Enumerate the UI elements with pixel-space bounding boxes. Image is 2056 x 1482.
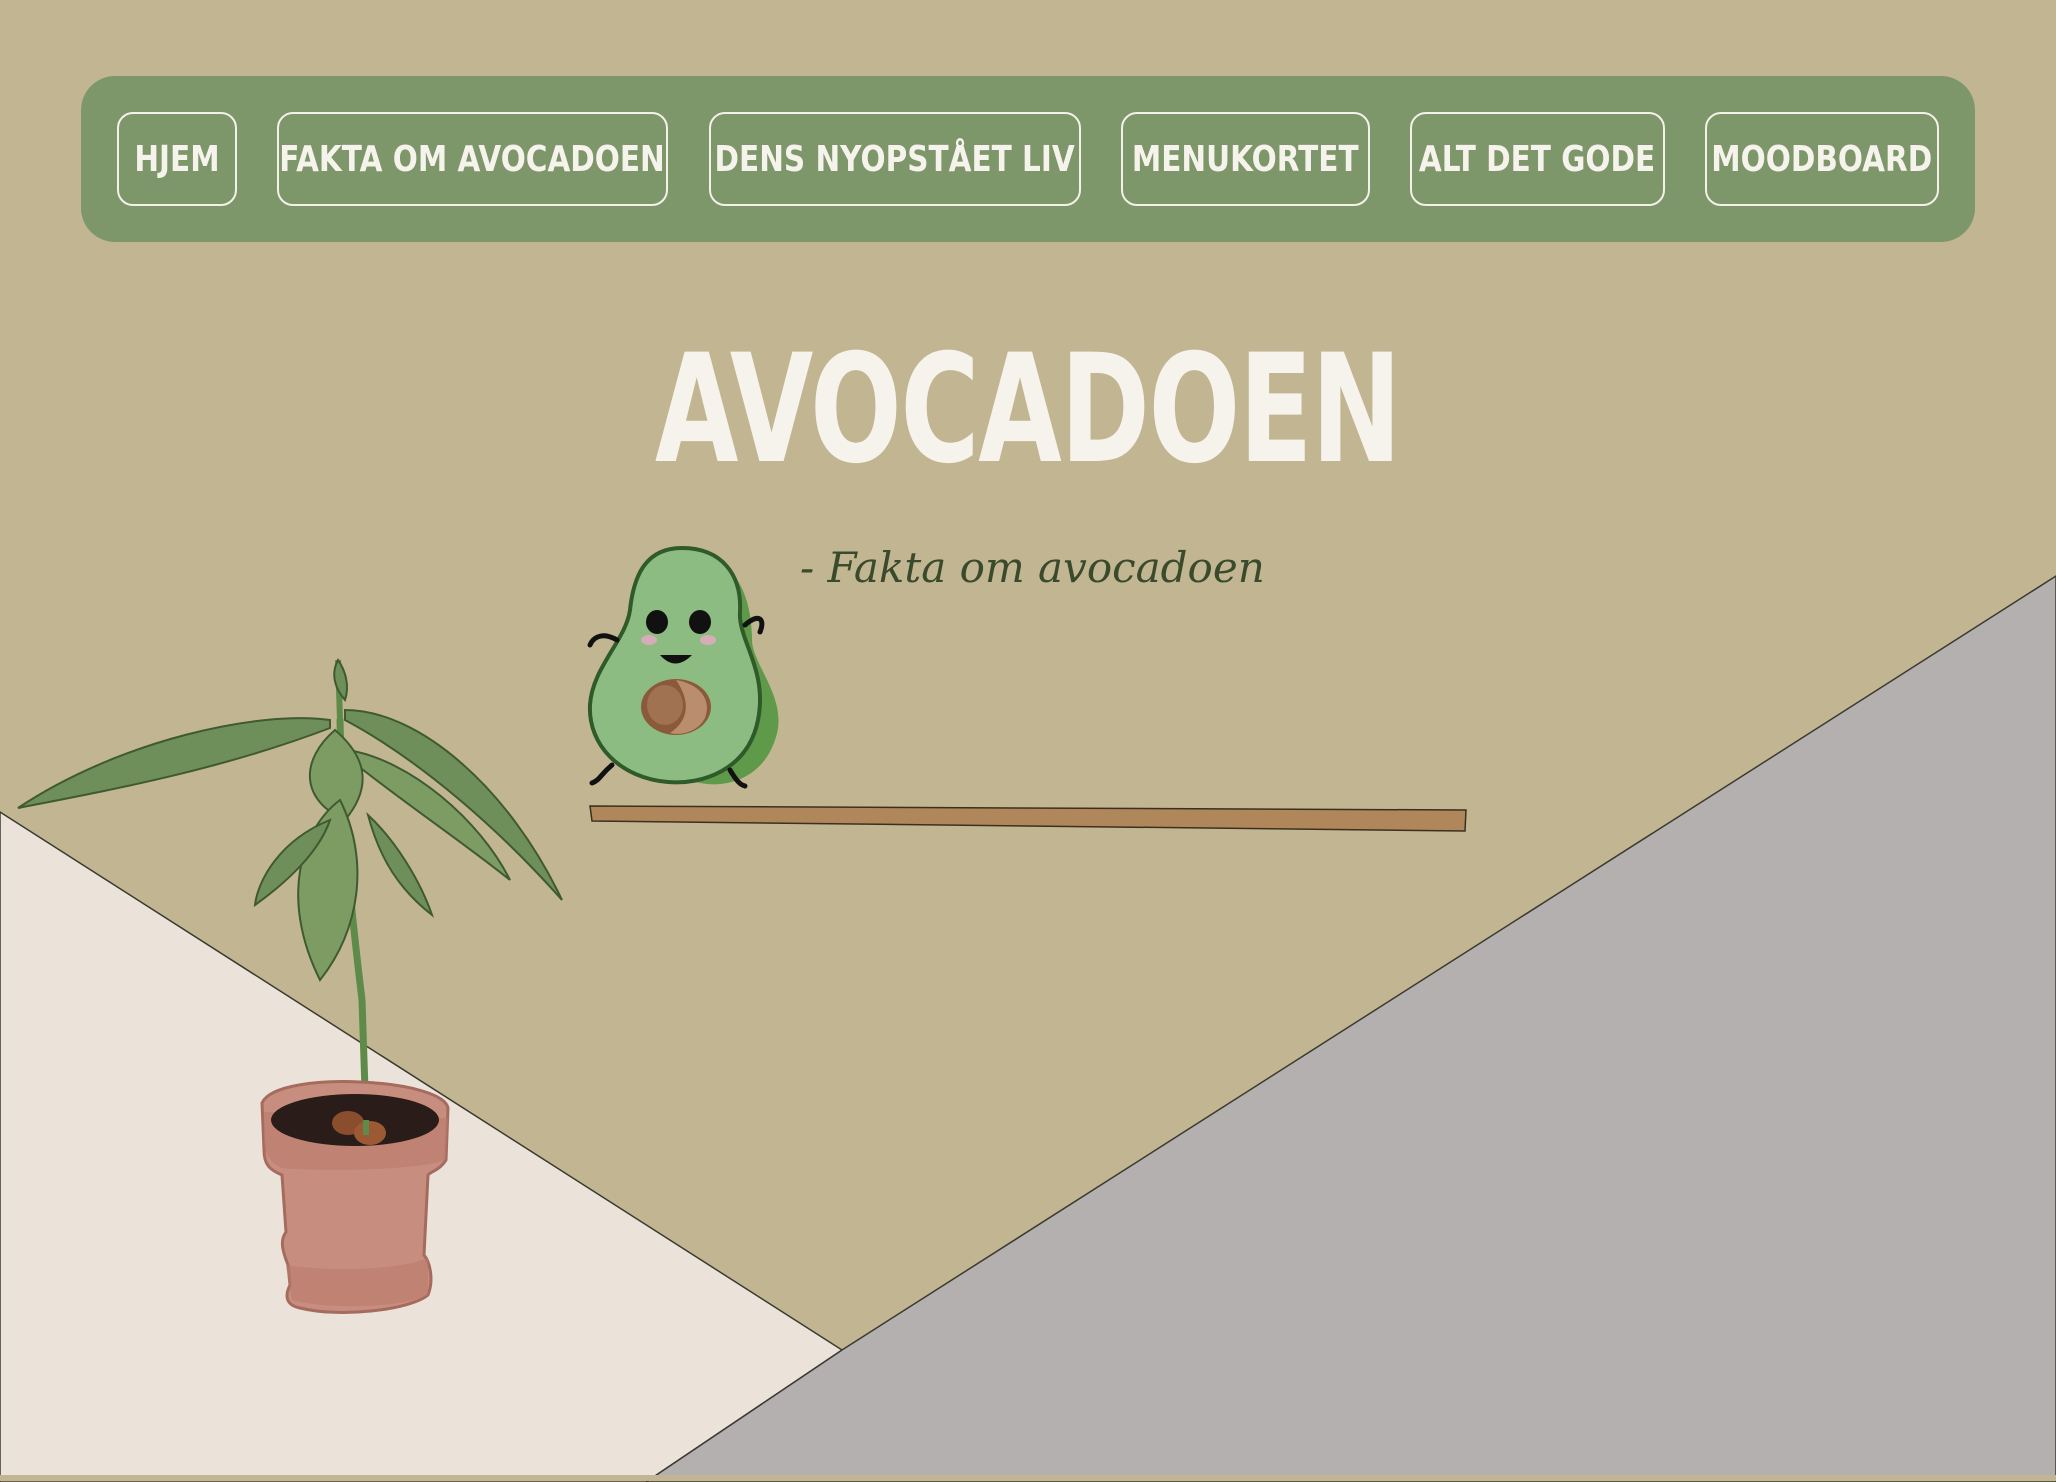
nav-item-hjem[interactable]: HJEM <box>117 112 237 206</box>
nav-item-moodboard[interactable]: MOODBOARD <box>1705 112 1939 206</box>
nav-item-fakta-om-avocadoen[interactable]: FAKTA OM AVOCADOEN <box>277 112 668 206</box>
nav-item-menukortet[interactable]: MENUKORTET <box>1121 112 1370 206</box>
page-title: AVOCADOEN <box>655 323 1402 497</box>
page-subtitle: - Fakta om avocadoen <box>800 543 1265 592</box>
nav-item-alt-det-gode[interactable]: ALT DET GODE <box>1410 112 1665 206</box>
nav-item-dens-nyopstaaet-liv[interactable]: DENS NYOPSTÅET LIV <box>709 112 1081 206</box>
main-navigation: HJEM FAKTA OM AVOCADOEN DENS NYOPSTÅET L… <box>81 76 1975 242</box>
